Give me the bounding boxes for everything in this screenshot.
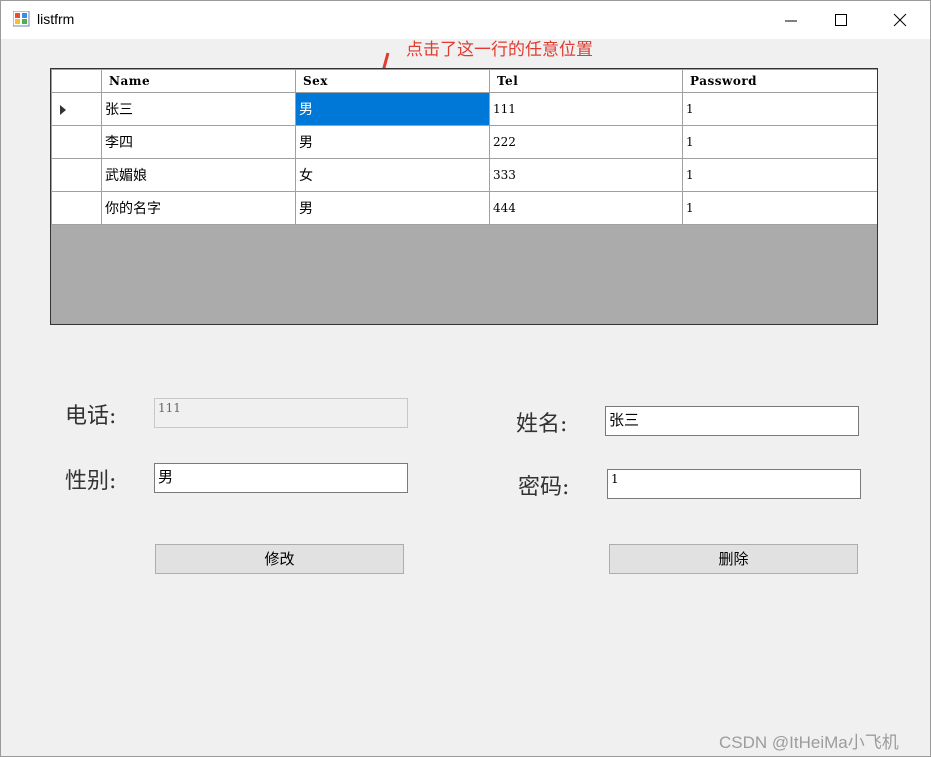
cell-password[interactable]: 1 [682,191,877,225]
phone-field[interactable]: 111 [154,398,408,428]
close-icon [893,13,907,27]
row-header[interactable] [51,191,102,225]
column-header-name[interactable]: Name [101,69,296,93]
cell-tel[interactable]: 444 [489,191,683,225]
password-field[interactable]: 1 [607,469,861,499]
table-row[interactable]: 李四 男 222 1 [51,125,877,159]
delete-button[interactable]: 删除 [609,544,858,574]
column-header-tel[interactable]: Tel [489,69,683,93]
data-grid-table: Name Sex Tel Password 张三 男 111 1 李四 男 22… [51,69,877,225]
maximize-button[interactable] [818,1,864,39]
cell-password[interactable]: 1 [682,125,877,159]
grid-header-row: Name Sex Tel Password [51,69,877,93]
cell-tel[interactable]: 333 [489,158,683,192]
row-header[interactable] [51,92,102,126]
phone-label: 电话: [65,404,117,429]
table-row[interactable]: 你的名字 男 444 1 [51,191,877,225]
cell-password[interactable]: 1 [682,92,877,126]
cell-sex[interactable]: 女 [295,158,490,192]
close-button[interactable] [877,1,923,39]
cell-sex[interactable]: 男 [295,125,490,159]
name-field[interactable]: 张三 [605,406,859,436]
gender-label: 性别: [65,469,117,494]
data-grid[interactable]: Name Sex Tel Password 张三 男 111 1 李四 男 22… [50,68,878,325]
name-label: 姓名: [516,412,568,437]
current-row-pointer-icon [60,105,66,115]
cell-name[interactable]: 张三 [101,92,296,126]
cell-sex-selected[interactable]: 男 [295,92,490,126]
column-header-password[interactable]: Password [682,69,877,93]
modify-button[interactable]: 修改 [155,544,404,574]
cell-tel[interactable]: 111 [489,92,683,126]
cell-password[interactable]: 1 [682,158,877,192]
cell-name[interactable]: 李四 [101,125,296,159]
password-label: 密码: [518,475,570,500]
cell-name[interactable]: 你的名字 [101,191,296,225]
minimize-button[interactable] [768,1,814,39]
listfrm-window: listfrm 点击了这一行的任意位置 Name Sex Tel Passwor… [0,0,931,757]
window-title: listfrm [37,11,75,27]
app-icon [13,11,30,27]
column-header-sex[interactable]: Sex [295,69,490,93]
grid-corner-header[interactable] [51,69,102,93]
minimize-icon [785,20,797,22]
cell-tel[interactable]: 222 [489,125,683,159]
maximize-icon [835,14,847,26]
row-header[interactable] [51,158,102,192]
watermark: CSDN @ItHeiMa小飞机 [719,733,899,752]
table-row[interactable]: 张三 男 111 1 [51,92,877,126]
row-header[interactable] [51,125,102,159]
cell-name[interactable]: 武媚娘 [101,158,296,192]
table-row[interactable]: 武媚娘 女 333 1 [51,158,877,192]
gender-field[interactable]: 男 [154,463,408,493]
title-bar[interactable]: listfrm [1,1,930,39]
annotation-text: 点击了这一行的任意位置 [406,40,593,60]
cell-sex[interactable]: 男 [295,191,490,225]
